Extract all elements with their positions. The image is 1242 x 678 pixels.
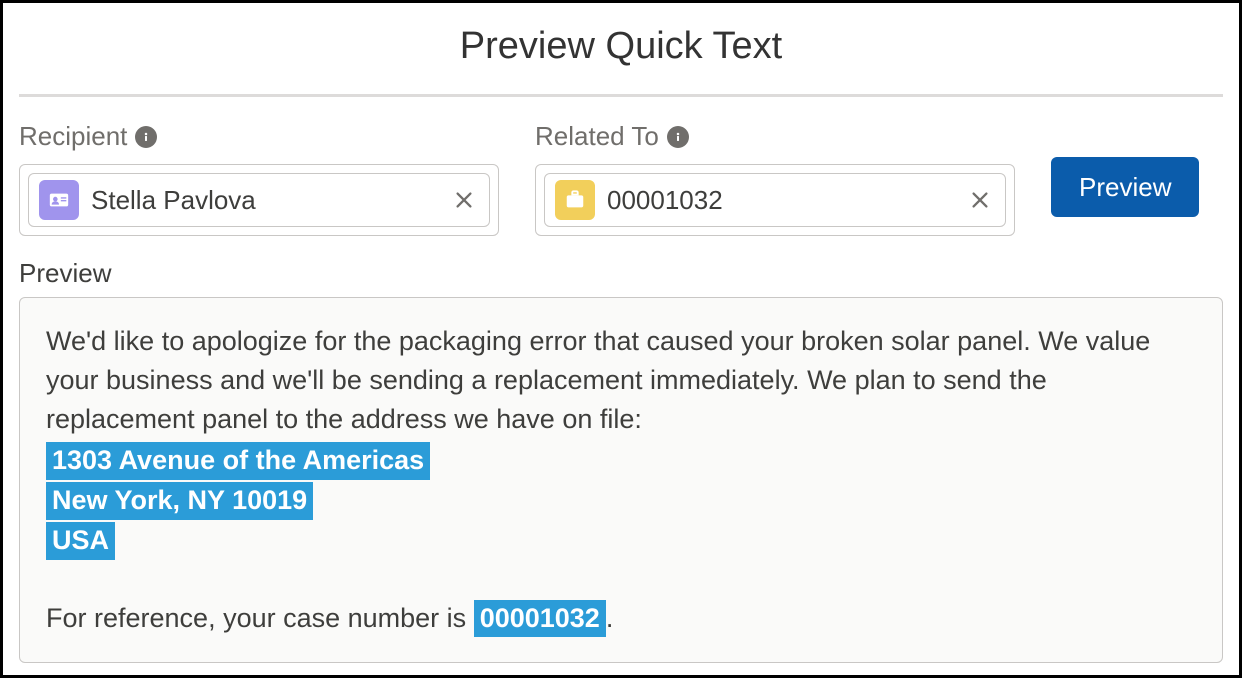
preview-section-label: Preview <box>19 258 1223 289</box>
divider <box>19 94 1223 97</box>
preview-address-line1: 1303 Avenue of the Americas <box>46 442 430 480</box>
preview-intro-text: We'd like to apologize for the packaging… <box>46 322 1196 439</box>
preview-address-line3: USA <box>46 522 115 560</box>
reference-case-number: 00001032 <box>474 600 606 638</box>
recipient-value: Stella Pavlova <box>91 185 437 216</box>
related-to-value: 00001032 <box>607 185 953 216</box>
preview-content: We'd like to apologize for the packaging… <box>19 297 1223 663</box>
info-icon[interactable] <box>667 126 689 148</box>
contact-icon <box>39 180 79 220</box>
reference-prefix: For reference, your case number is <box>46 603 474 633</box>
preview-address-line2: New York, NY 10019 <box>46 482 313 520</box>
case-icon <box>555 180 595 220</box>
page-title: Preview Quick Text <box>19 15 1223 94</box>
info-icon[interactable] <box>135 126 157 148</box>
reference-suffix: . <box>606 603 614 633</box>
related-to-pill: 00001032 <box>544 173 1006 227</box>
related-to-label: Related To <box>535 121 659 152</box>
clear-recipient-button[interactable] <box>449 185 479 215</box>
recipient-lookup[interactable]: Stella Pavlova <box>19 164 499 236</box>
related-to-lookup[interactable]: 00001032 <box>535 164 1015 236</box>
recipient-label: Recipient <box>19 121 127 152</box>
preview-button[interactable]: Preview <box>1051 157 1199 217</box>
form-row: Recipient <box>19 121 1223 236</box>
recipient-pill: Stella Pavlova <box>28 173 490 227</box>
related-to-group: Related To 00001032 <box>535 121 1015 236</box>
preview-reference-line: For reference, your case number is 00001… <box>46 599 1196 638</box>
clear-related-button[interactable] <box>965 185 995 215</box>
recipient-group: Recipient <box>19 121 499 236</box>
